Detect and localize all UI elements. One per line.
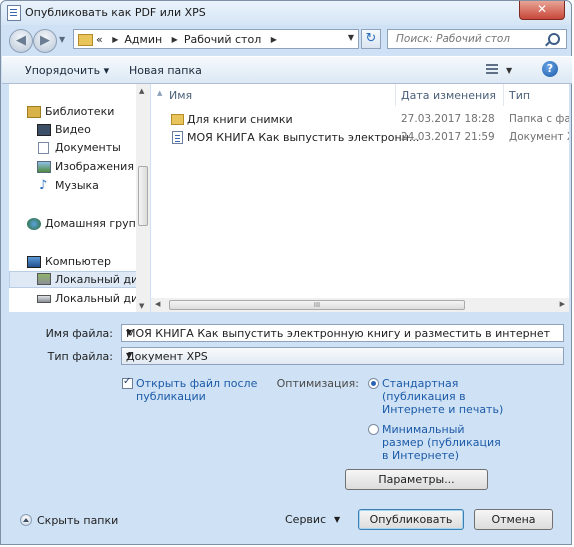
optimize-minimal-label[interactable]: Минимальный размер (публикация в Интернете… — [382, 423, 501, 462]
help-icon[interactable]: ? — [542, 61, 558, 77]
nav-item-computer[interactable]: Компьютер — [9, 254, 144, 271]
scroll-down-icon[interactable]: ▼ — [139, 302, 144, 310]
column-header-name[interactable]: Имя ▲ — [151, 84, 396, 106]
nav-item-local-disk-c[interactable]: Локальный диск — [9, 271, 150, 288]
filename-field[interactable]: МОЯ КНИГА Как выпустить электронную книг… — [121, 324, 564, 342]
scroll-up-icon[interactable]: ▲ — [139, 87, 144, 95]
homegroup-icon — [27, 218, 41, 230]
recent-locations-dropdown-icon[interactable]: ▼ — [59, 35, 65, 44]
optimize-label: Оптимизация: — [276, 377, 359, 390]
window-title: Опубликовать как PDF или XPS — [25, 6, 206, 19]
scrollbar-thumb[interactable] — [138, 166, 148, 226]
file-row[interactable]: Для книги снимки 27.03.2017 18:28 Папка … — [151, 111, 569, 129]
optimize-standard-radio[interactable] — [368, 378, 379, 389]
horizontal-scrollbar[interactable]: ◀ III ▶ — [151, 298, 569, 312]
hide-folders-button[interactable]: Скрыть папки — [37, 514, 118, 527]
breadcrumb-admin[interactable]: Админ — [124, 33, 162, 46]
back-arrow-icon[interactable]: ◀ — [9, 29, 33, 53]
navigation-scrollbar[interactable]: ▲ ▼ — [136, 84, 150, 312]
search-icon[interactable] — [548, 33, 560, 45]
nav-item-documents[interactable]: Документы — [9, 140, 144, 157]
refresh-icon[interactable]: ↻ — [361, 29, 381, 49]
service-menu[interactable]: Сервис — [285, 513, 326, 526]
optimize-standard-label[interactable]: Стандартная (публикация в Интернете и печа… — [382, 377, 503, 416]
open-after-publish-checkbox[interactable] — [122, 376, 133, 389]
chevron-down-icon[interactable]: ▼ — [126, 351, 558, 360]
publish-button[interactable]: Опубликовать — [358, 509, 464, 530]
hide-folders-icon[interactable] — [20, 514, 32, 526]
computer-icon — [27, 256, 41, 268]
document-app-icon — [7, 5, 21, 21]
documents-icon — [38, 142, 49, 154]
address-bar[interactable]: « ▶ Админ ▶ Рабочий стол ▶ ▼ — [73, 29, 359, 49]
parameters-button[interactable]: Параметры... — [345, 469, 488, 490]
nav-item-video[interactable]: Видео — [9, 122, 144, 139]
filetype-label: Тип файла: — [47, 350, 113, 363]
video-icon — [37, 124, 51, 136]
drive-icon — [37, 295, 51, 303]
breadcrumb-separator-icon[interactable]: ▶ — [112, 35, 118, 44]
service-dropdown-icon[interactable]: ▼ — [334, 515, 340, 524]
drive-icon — [37, 273, 51, 285]
xps-document-icon — [172, 131, 183, 144]
nav-item-libraries[interactable]: Библиотеки — [9, 104, 144, 121]
open-after-publish-label[interactable]: Открыть файл после публикации — [136, 377, 257, 403]
folder-icon — [171, 114, 184, 125]
breadcrumb-separator-icon[interactable]: ▶ — [271, 35, 277, 44]
navigation-pane: Библиотеки Видео Документы Изображения ♪… — [9, 84, 150, 312]
filetype-select[interactable]: Документ XPS ▼ — [121, 347, 564, 365]
new-folder-button[interactable]: Новая папка — [129, 64, 202, 77]
command-bar: Упорядочить ▾ Новая папка ▼ ? — [2, 56, 572, 84]
column-header-type[interactable]: Тип — [503, 84, 569, 106]
breadcrumb-separator-icon[interactable]: ▶ — [172, 35, 178, 44]
cancel-button[interactable]: Отмена — [474, 509, 553, 530]
sort-ascending-icon: ▲ — [157, 89, 163, 97]
pictures-icon — [37, 161, 51, 173]
file-row[interactable]: МОЯ КНИГА Как выпустить электронн... 24.… — [151, 129, 569, 147]
libraries-icon — [27, 106, 41, 118]
nav-item-homegroup[interactable]: Домашняя группа — [9, 216, 150, 233]
breadcrumb-overflow[interactable]: « — [96, 33, 103, 46]
view-dropdown-icon[interactable]: ▼ — [506, 66, 512, 75]
nav-item-local-disk-d[interactable]: Локальный диск — [9, 291, 150, 308]
search-input[interactable] — [394, 32, 544, 46]
title-bar: Опубликовать как PDF или XPS ✕ — [1, 1, 571, 25]
publish-dialog: Опубликовать как PDF или XPS ✕ ◀ ▶ ▼ « ▶… — [0, 0, 572, 545]
change-view-icon[interactable] — [486, 64, 498, 74]
column-header-date[interactable]: Дата изменения — [395, 84, 504, 106]
folder-icon — [78, 34, 93, 46]
scrollbar-thumb[interactable]: III — [169, 300, 465, 310]
nav-item-music[interactable]: ♪ Музыка — [9, 178, 144, 195]
breadcrumb-desktop[interactable]: Рабочий стол — [184, 33, 261, 46]
filename-label: Имя файла: — [45, 327, 113, 340]
nav-item-pictures[interactable]: Изображения — [9, 159, 144, 176]
search-box[interactable] — [387, 29, 567, 49]
close-button[interactable]: ✕ — [519, 1, 565, 20]
optimize-minimal-radio[interactable] — [368, 424, 379, 435]
organize-button[interactable]: Упорядочить ▾ — [25, 64, 109, 77]
chevron-down-icon[interactable]: ▼ — [126, 328, 558, 337]
file-list: Имя ▲ Дата изменения Тип Для книги снимк… — [151, 84, 569, 312]
address-dropdown-icon[interactable]: ▼ — [348, 33, 354, 42]
scroll-right-icon[interactable]: ▶ — [560, 300, 565, 308]
scroll-left-icon[interactable]: ◀ — [155, 300, 160, 308]
forward-arrow-icon[interactable]: ▶ — [33, 29, 57, 53]
music-icon: ♪ — [39, 178, 48, 193]
